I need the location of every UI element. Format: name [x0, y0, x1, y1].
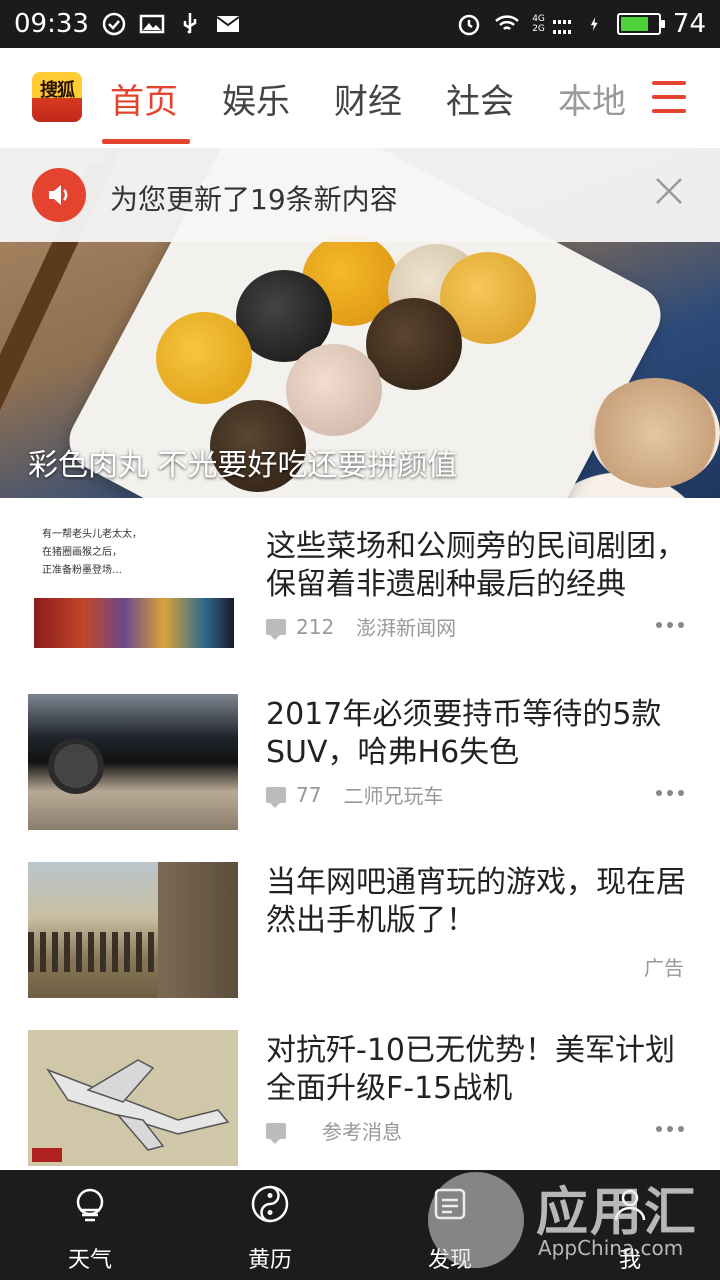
battery-icon [616, 13, 665, 35]
speaker-icon [32, 168, 86, 222]
wifi-icon [495, 15, 520, 30]
news-title: 这些菜场和公厕旁的民间剧团，保留着非遗剧种最后的经典 [266, 529, 686, 602]
status-bar: 09:33 4G 2G 74 [0, 0, 720, 48]
comment-icon [266, 786, 286, 808]
more-options-icon[interactable] [656, 790, 684, 798]
tab-home[interactable]: 首页 [110, 74, 178, 123]
fighter-jet-illustration [32, 1059, 230, 1162]
hero-caption: 彩色肉丸 不光要好吃还要拼颜值 [28, 448, 458, 483]
watermark-text: 应用汇 [536, 1183, 699, 1243]
nav-almanac[interactable]: 黄历 [210, 1170, 330, 1280]
steering-wheel-shape [48, 738, 104, 794]
nav-weather[interactable]: 天气 [30, 1170, 150, 1280]
meatball-shape [366, 298, 462, 390]
usb-icon [183, 13, 197, 34]
news-thumbnail: 有一帮老头儿老太太， 在猪圈画猴之后， 正准备粉墨登场… [28, 512, 238, 648]
news-item[interactable]: 有一帮老头儿老太太， 在猪圈画猴之后， 正准备粉墨登场… 这些菜场和公厕旁的民间… [0, 512, 720, 680]
close-icon[interactable] [652, 174, 686, 208]
battery-percent: 74 [672, 9, 706, 39]
comment-count: 212 [296, 614, 335, 639]
active-tab-indicator [102, 139, 190, 144]
watermark: 应用汇 AppChina.com [420, 1158, 720, 1278]
news-thumbnail [28, 694, 238, 830]
ad-badge: 广告 [644, 956, 684, 980]
thumbnail-caption: 有一帮老头儿老太太， 在猪圈画猴之后， 正准备粉墨登场… [42, 529, 142, 576]
network-type: 4G 2G [532, 14, 545, 34]
news-title: 对抗歼-10已无优势！美军计划全面升级F-15战机 [266, 1033, 675, 1106]
tab-local[interactable]: 本地 [558, 74, 626, 123]
mail-icon [216, 16, 240, 32]
channel-nav: 搜狐 首页 娱乐 财经 社会 本地 [0, 48, 720, 148]
battery-fill [620, 17, 648, 31]
more-options-icon[interactable] [656, 1126, 684, 1134]
watermark-subtext: AppChina.com [538, 1236, 684, 1260]
comment-count: 77 [296, 782, 322, 807]
news-title: 2017年必须要持币等待的5款SUV，哈弗H6失色 [266, 697, 662, 770]
sauce-bowl-shape [590, 378, 720, 488]
comment-icon [266, 1122, 286, 1144]
yin-yang-icon [251, 1185, 289, 1223]
tab-finance[interactable]: 财经 [334, 74, 402, 123]
more-options-icon[interactable] [656, 622, 684, 630]
check-circle-icon [102, 12, 126, 36]
news-source: 参考消息 [322, 1120, 402, 1144]
comment-icon [266, 618, 286, 640]
menu-icon[interactable] [652, 81, 686, 113]
watermark-logo [428, 1172, 524, 1268]
weather-icon [76, 1188, 104, 1222]
signal-icon [552, 20, 571, 34]
news-item[interactable]: 2017年必须要持币等待的5款SUV，哈弗H6失色 77 二师兄玩车 [0, 680, 720, 848]
status-time: 09:33 [14, 9, 89, 39]
app-logo[interactable]: 搜狐 [32, 72, 82, 122]
news-source: 二师兄玩车 [343, 784, 444, 808]
news-thumbnail [28, 1030, 238, 1166]
refresh-notice: 为您更新了19条新内容 [0, 148, 720, 242]
news-thumbnail [28, 862, 238, 998]
news-meta: 77 二师兄玩车 [266, 780, 443, 809]
alarm-icon [458, 14, 480, 36]
news-meta: 参考消息 [266, 1116, 402, 1145]
tab-entertainment[interactable]: 娱乐 [222, 74, 290, 123]
image-icon [139, 14, 165, 34]
meatball-shape [286, 344, 382, 436]
charging-icon [590, 17, 598, 31]
news-source: 澎湃新闻网 [356, 616, 457, 640]
meatball-shape [156, 312, 252, 404]
tab-society[interactable]: 社会 [446, 74, 514, 123]
notice-text: 为您更新了19条新内容 [110, 183, 398, 216]
news-title: 当年网吧通宵玩的游戏，现在居然出手机版了！ [266, 865, 686, 938]
wall-shape [158, 862, 238, 998]
ad-item[interactable]: 当年网吧通宵玩的游戏，现在居然出手机版了！ 广告 [0, 848, 720, 1016]
army-shape [28, 932, 158, 972]
opera-photo [34, 598, 234, 648]
news-meta: 212 澎湃新闻网 [266, 612, 456, 641]
